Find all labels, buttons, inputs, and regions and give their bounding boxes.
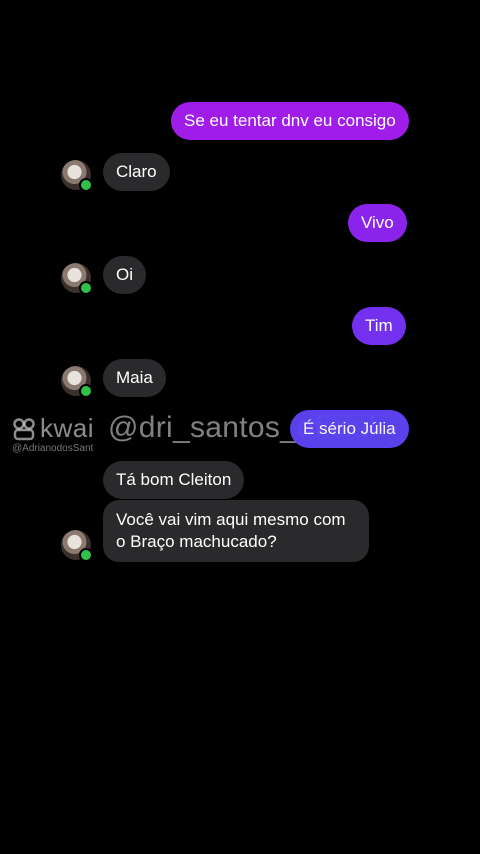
kwai-logo-icon	[13, 417, 35, 440]
watermark-user: @AdrianodosSant	[12, 443, 94, 454]
online-status-dot	[79, 548, 93, 562]
message-outgoing-1[interactable]: Se eu tentar dnv eu consigo	[171, 102, 409, 140]
message-incoming-3[interactable]: Maia	[103, 359, 166, 397]
online-status-dot	[79, 281, 93, 295]
message-incoming-2[interactable]: Oi	[103, 256, 146, 294]
message-incoming-1[interactable]: Claro	[103, 153, 170, 191]
contact-avatar[interactable]	[61, 530, 93, 562]
kwai-brand-text: kwai	[40, 413, 95, 443]
contact-avatar[interactable]	[61, 263, 93, 295]
message-incoming-4[interactable]: Tá bom Cleiton	[103, 461, 245, 499]
message-outgoing-4[interactable]: É sério Júlia	[290, 410, 409, 448]
kwai-watermark: kwai	[12, 413, 94, 444]
online-status-dot	[79, 384, 93, 398]
online-status-dot	[79, 178, 93, 192]
message-outgoing-2[interactable]: Vivo	[348, 204, 407, 242]
contact-avatar[interactable]	[61, 160, 93, 192]
message-incoming-5[interactable]: Você vai vim aqui mesmo com o Braço mach…	[103, 500, 369, 562]
message-outgoing-3[interactable]: Tim	[352, 307, 406, 345]
contact-avatar[interactable]	[61, 366, 93, 398]
